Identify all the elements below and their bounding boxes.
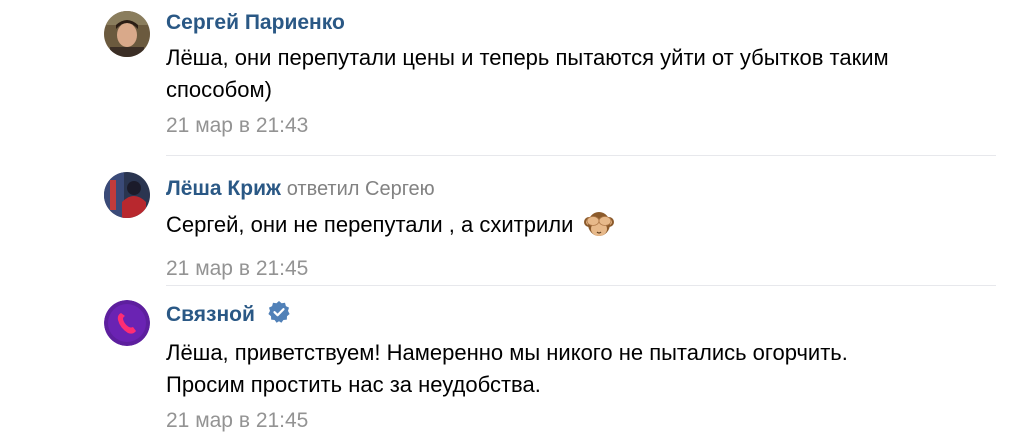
- comment-body: Связной Лёша, приветствуем! Намеренно мы…: [166, 300, 996, 433]
- author-line: Сергей Париенко: [166, 8, 996, 38]
- author-line: Лёша Криж ответил Сергею: [166, 174, 996, 204]
- separator: [166, 285, 996, 286]
- comment-date[interactable]: 21 мар в 21:45: [166, 407, 996, 433]
- author-link[interactable]: Связной: [166, 303, 255, 326]
- comment-date[interactable]: 21 мар в 21:45: [166, 255, 996, 283]
- comment-text: Сергей, они не перепутали , а схитрили: [166, 208, 996, 249]
- author-link[interactable]: Лёша Криж: [166, 177, 281, 200]
- verified-check-icon[interactable]: [267, 300, 291, 333]
- comment-text-line: Просим простить нас за неудобства.: [166, 372, 541, 397]
- author-line: Связной: [166, 300, 996, 333]
- avatar[interactable]: [104, 11, 150, 57]
- reply-label: ответил Сергею: [286, 178, 435, 200]
- avatar[interactable]: [104, 300, 150, 346]
- comment-text-content: Сергей, они не перепутали , а схитрили: [166, 212, 574, 237]
- comment-text: Лёша, приветствуем! Намеренно мы никого …: [166, 337, 996, 401]
- comment-text-line: Лёша, приветствуем! Намеренно мы никого …: [166, 340, 848, 365]
- comment-thread: Сергей Париенко Лёша, они перепутали цен…: [0, 0, 1024, 433]
- author-link[interactable]: Сергей Париенко: [166, 11, 345, 34]
- avatar[interactable]: [104, 172, 150, 218]
- comment-text: Лёша, они перепутали цены и теперь пытаю…: [166, 45, 889, 102]
- reply-target-link[interactable]: Сергею: [365, 178, 435, 200]
- see-no-evil-monkey-icon: [583, 208, 615, 249]
- separator: [166, 155, 996, 156]
- comment-body: Лёша Криж ответил Сергею Сергей, они не …: [166, 174, 996, 283]
- comment-body: Сергей Париенко Лёша, они перепутали цен…: [166, 8, 996, 140]
- comment-date[interactable]: 21 мар в 21:43: [166, 112, 996, 140]
